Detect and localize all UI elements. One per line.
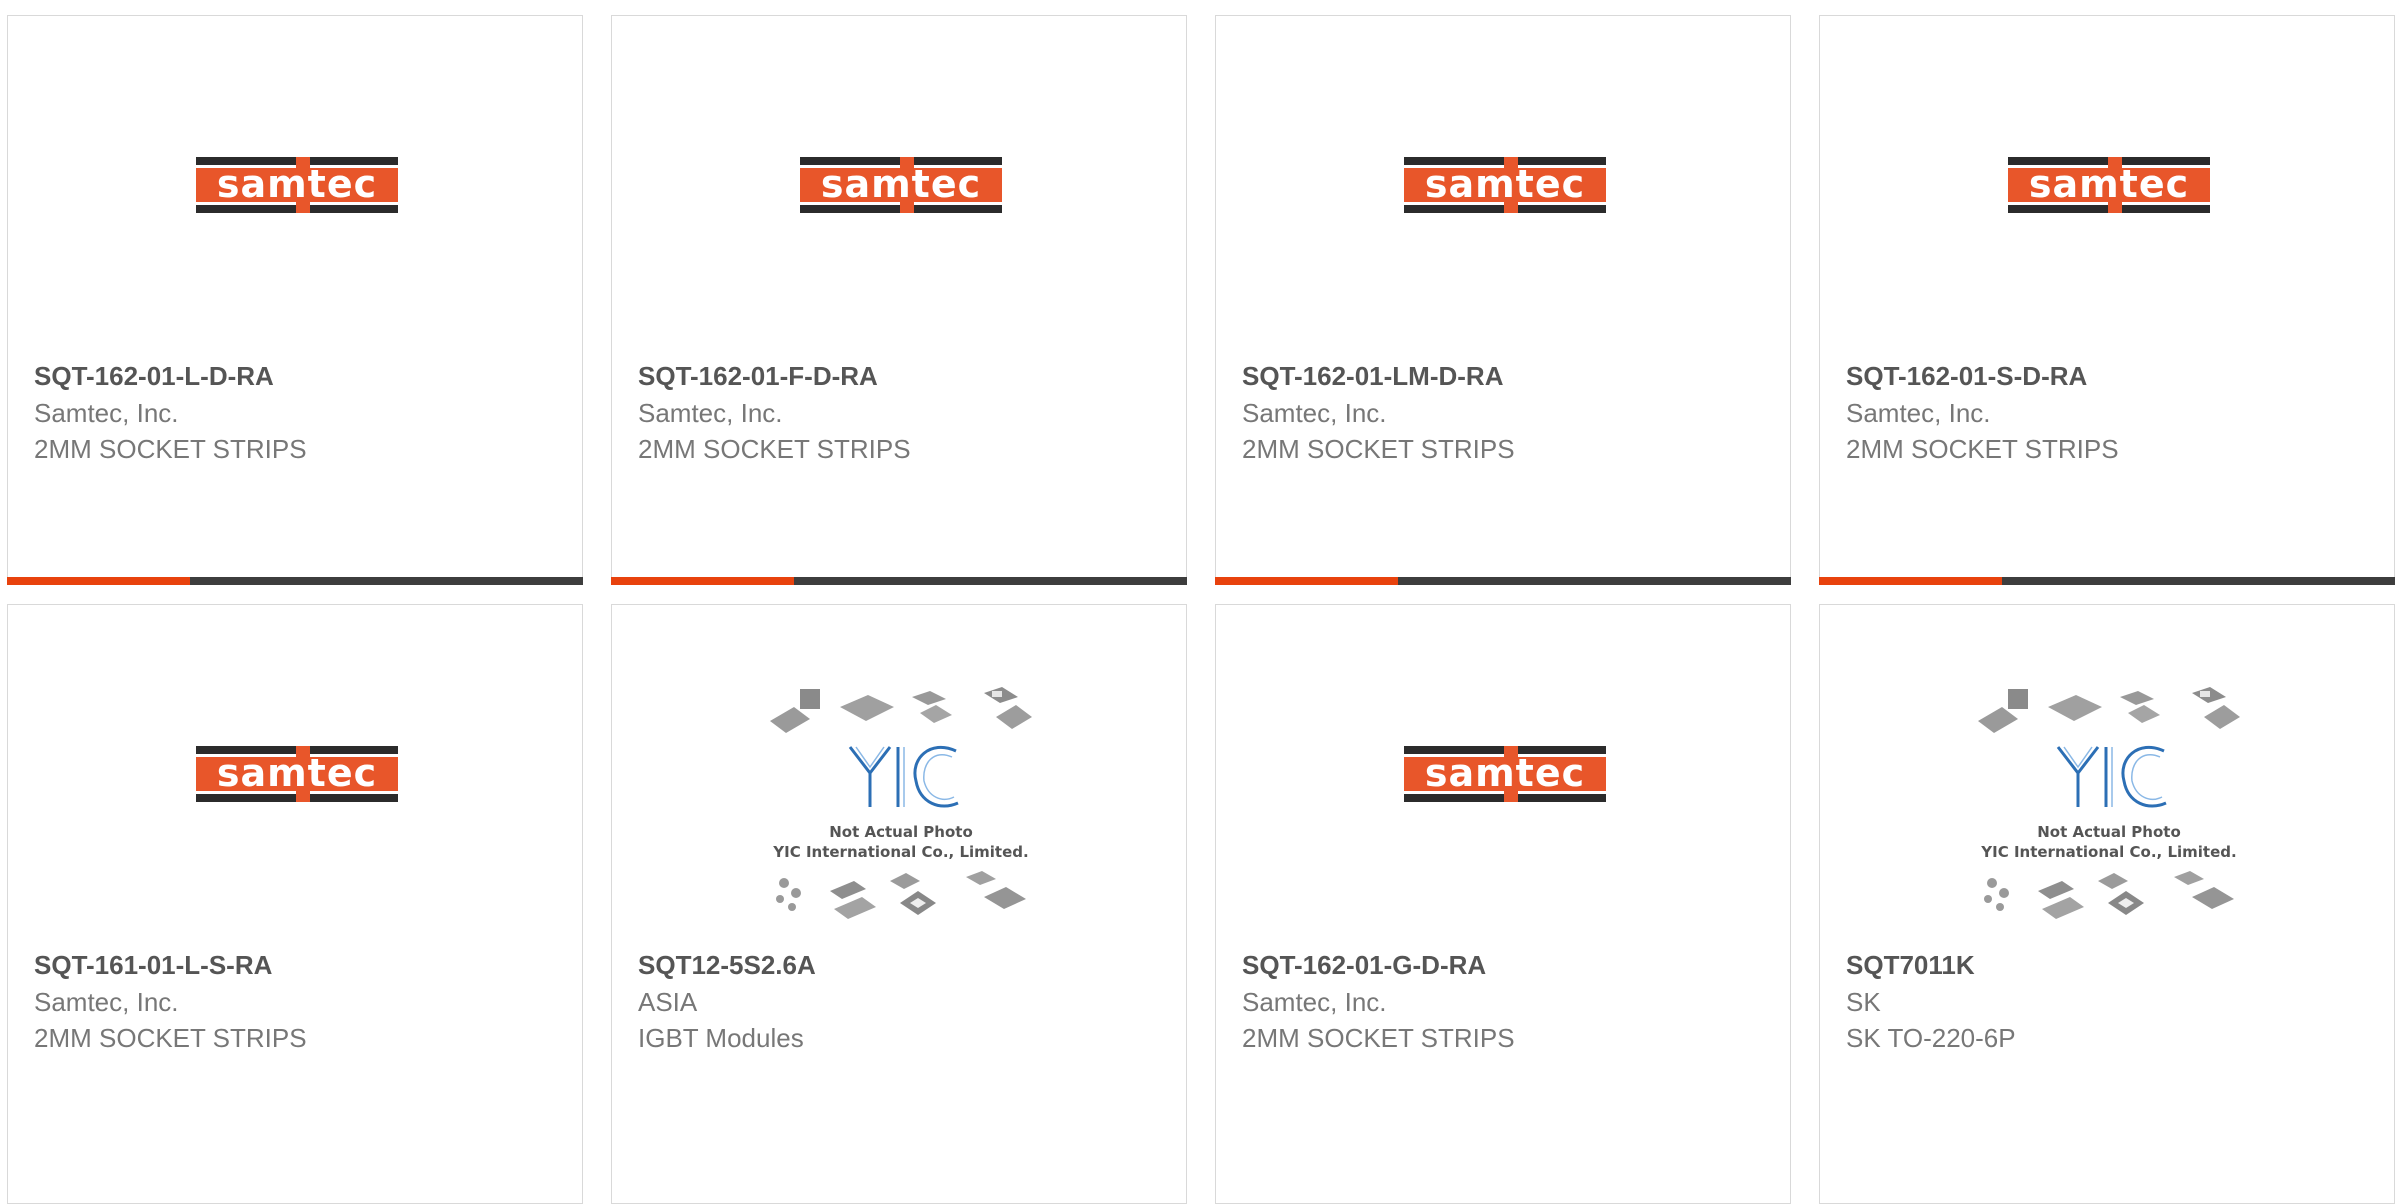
product-image: [1216, 605, 1790, 945]
product-image: [1820, 16, 2394, 356]
part-number[interactable]: SQT-162-01-L-D-RA: [34, 361, 274, 392]
product-card[interactable]: SQT-162-01-F-D-RA Samtec, Inc. 2MM SOCKE…: [611, 15, 1187, 585]
not-actual-photo-image: [1978, 687, 2240, 923]
product-image: [612, 16, 1186, 356]
part-number[interactable]: SQT12-5S2.6A: [638, 950, 816, 981]
product-card[interactable]: SQT-162-01-L-D-RA Samtec, Inc. 2MM SOCKE…: [7, 15, 583, 585]
product-card[interactable]: SQT-162-01-S-D-RA Samtec, Inc. 2MM SOCKE…: [1819, 15, 2395, 585]
description: 2MM SOCKET STRIPS: [1846, 434, 2119, 464]
manufacturer: ASIA: [638, 987, 698, 1017]
accent-bar: [611, 577, 1187, 585]
part-number[interactable]: SQT7011K: [1846, 950, 1975, 981]
part-number[interactable]: SQT-161-01-L-S-RA: [34, 950, 272, 981]
manufacturer: Samtec, Inc.: [1242, 987, 1387, 1017]
part-number[interactable]: SQT-162-01-F-D-RA: [638, 361, 878, 392]
description: 2MM SOCKET STRIPS: [34, 1023, 307, 1053]
accent-bar: [1819, 577, 2395, 585]
description: 2MM SOCKET STRIPS: [1242, 434, 1515, 464]
part-number[interactable]: SQT-162-01-LM-D-RA: [1242, 361, 1503, 392]
samtec-logo: [800, 157, 1002, 213]
description: 2MM SOCKET STRIPS: [638, 434, 911, 464]
part-number[interactable]: SQT-162-01-G-D-RA: [1242, 950, 1486, 981]
part-number[interactable]: SQT-162-01-S-D-RA: [1846, 361, 2087, 392]
manufacturer: SK: [1846, 987, 1881, 1017]
product-image: [8, 16, 582, 356]
product-card[interactable]: SQT7011K SK SK TO-220-6P: [1819, 604, 2395, 1204]
product-card[interactable]: SQT12-5S2.6A ASIA IGBT Modules: [611, 604, 1187, 1204]
product-image: [1216, 16, 1790, 356]
description: 2MM SOCKET STRIPS: [34, 434, 307, 464]
product-image: [1820, 605, 2394, 945]
accent-bar: [7, 577, 583, 585]
manufacturer: Samtec, Inc.: [34, 398, 179, 428]
product-card[interactable]: SQT-162-01-LM-D-RA Samtec, Inc. 2MM SOCK…: [1215, 15, 1791, 585]
manufacturer: Samtec, Inc.: [34, 987, 179, 1017]
product-image: [612, 605, 1186, 945]
product-card[interactable]: SQT-162-01-G-D-RA Samtec, Inc. 2MM SOCKE…: [1215, 604, 1791, 1204]
samtec-logo: [196, 746, 398, 802]
accent-bar: [1215, 577, 1791, 585]
manufacturer: Samtec, Inc.: [1846, 398, 1991, 428]
samtec-logo: [2008, 157, 2210, 213]
description: SK TO-220-6P: [1846, 1023, 2016, 1053]
description: IGBT Modules: [638, 1023, 804, 1053]
product-card[interactable]: SQT-161-01-L-S-RA Samtec, Inc. 2MM SOCKE…: [7, 604, 583, 1204]
samtec-logo: [1404, 746, 1606, 802]
samtec-logo: [196, 157, 398, 213]
description: 2MM SOCKET STRIPS: [1242, 1023, 1515, 1053]
product-image: [8, 605, 582, 945]
manufacturer: Samtec, Inc.: [638, 398, 783, 428]
samtec-logo: [1404, 157, 1606, 213]
manufacturer: Samtec, Inc.: [1242, 398, 1387, 428]
not-actual-photo-image: [770, 687, 1032, 923]
